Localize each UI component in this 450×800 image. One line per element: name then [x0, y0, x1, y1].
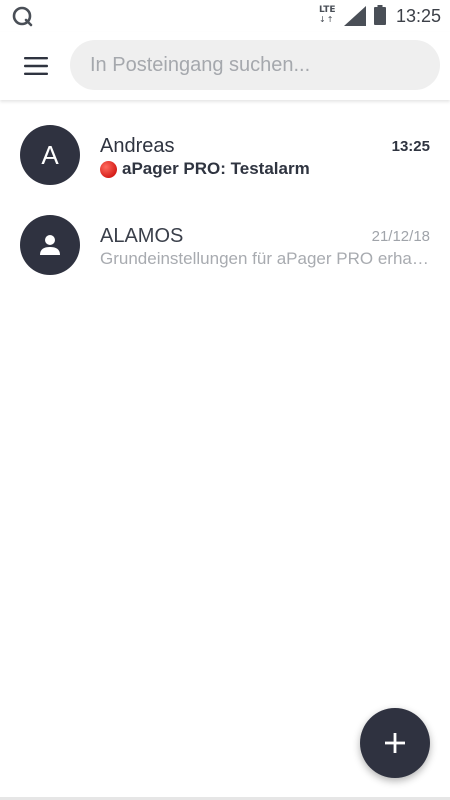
data-arrows-icon: ↓↑	[319, 15, 335, 24]
conversation-preview-text: aPager PRO: Testalarm	[122, 159, 310, 178]
conversation-list: A Andreas 13:25 aPager PRO: Testalarm AL…	[0, 100, 450, 290]
avatar: A	[20, 125, 80, 185]
lte-indicator: LTE ↓↑	[318, 5, 340, 27]
plus-icon	[385, 733, 405, 753]
avatar-letter: A	[41, 139, 59, 170]
status-time: 13:25	[396, 6, 442, 26]
conversation-preview: aPager PRO: Testalarm	[100, 158, 430, 180]
conversation-time: 13:25	[391, 138, 430, 155]
avatar	[20, 215, 80, 275]
conversation-item[interactable]: ALAMOS 21/12/18 Grundeinstellungen für a…	[0, 200, 450, 290]
new-message-button[interactable]	[360, 708, 430, 778]
circle-q-icon	[12, 6, 33, 27]
conversation-preview: Grundeinstellungen für aPager PRO erhalt…	[100, 249, 430, 268]
search-input[interactable]	[70, 40, 440, 90]
person-icon	[40, 235, 60, 255]
signal-icon	[344, 6, 366, 26]
menu-icon	[24, 57, 48, 75]
status-bar: LTE ↓↑ 13:25	[0, 0, 450, 32]
conversation-name: Andreas	[100, 135, 175, 157]
conversation-time: 21/12/18	[371, 228, 430, 245]
battery-icon	[374, 5, 386, 25]
conversation-name: ALAMOS	[100, 225, 184, 247]
conversation-item[interactable]: A Andreas 13:25 aPager PRO: Testalarm	[0, 110, 450, 200]
red-circle-icon	[100, 160, 117, 178]
lte-label: LTE	[319, 5, 336, 15]
menu-button[interactable]	[16, 46, 56, 86]
app-bar	[0, 32, 450, 100]
